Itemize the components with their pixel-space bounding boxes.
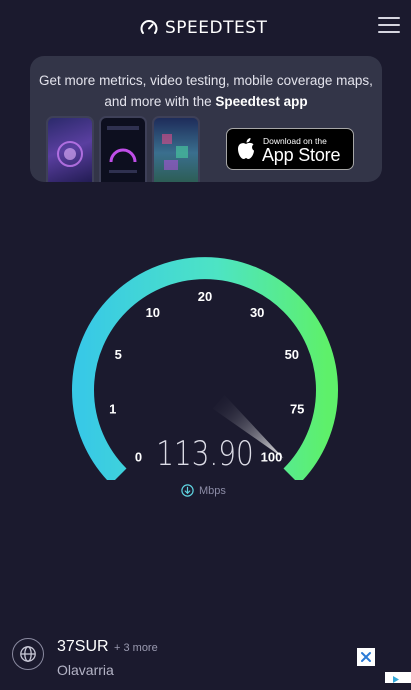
gauge-label-0: 0: [135, 450, 142, 465]
app-store-button[interactable]: Download on the App Store: [226, 128, 354, 170]
server-location: Olavarria: [57, 662, 114, 678]
unit-row: Mbps: [181, 484, 226, 497]
server-more-link[interactable]: + 3 more: [114, 642, 158, 654]
server-info[interactable]: 37SUR + 3 more Olavarria: [10, 634, 390, 683]
speedometer-icon: [140, 20, 158, 34]
ad-close-icon[interactable]: [357, 648, 375, 666]
download-arrow-icon: [181, 484, 194, 497]
server-name[interactable]: 37SUR: [57, 638, 109, 656]
gauge-label-20: 20: [198, 289, 212, 304]
brand-name: SPEEDTEST: [165, 18, 268, 38]
gauge-label-100: 100: [261, 450, 283, 465]
promo-text: Get more metrics, video testing, mobile …: [39, 73, 373, 109]
ad-choices-icon[interactable]: [385, 672, 411, 683]
promo-app-name: Speedtest app: [215, 94, 308, 109]
gauge-label-75: 75: [290, 401, 304, 416]
hamburger-menu-icon[interactable]: [378, 17, 400, 35]
phone-mockup-1: [46, 116, 94, 182]
gauge-label-10: 10: [146, 305, 160, 320]
speed-unit: Mbps: [199, 484, 226, 497]
header: SPEEDTEST: [0, 0, 411, 56]
speed-value: 113.90: [156, 434, 254, 474]
app-store-big-text: App Store: [262, 145, 341, 165]
gauge-label-30: 30: [250, 305, 264, 320]
gauge-label-5: 5: [115, 347, 122, 362]
phone-mockup-3: [152, 116, 200, 182]
gauge-label-50: 50: [285, 347, 299, 362]
app-promo-banner: Get more metrics, video testing, mobile …: [30, 56, 382, 182]
apple-icon: [238, 138, 254, 159]
phone-mockup-2: [99, 116, 147, 182]
speedtest-logo[interactable]: SPEEDTEST: [139, 18, 267, 38]
gauge-label-1: 1: [109, 401, 116, 416]
globe-icon: [12, 638, 44, 670]
